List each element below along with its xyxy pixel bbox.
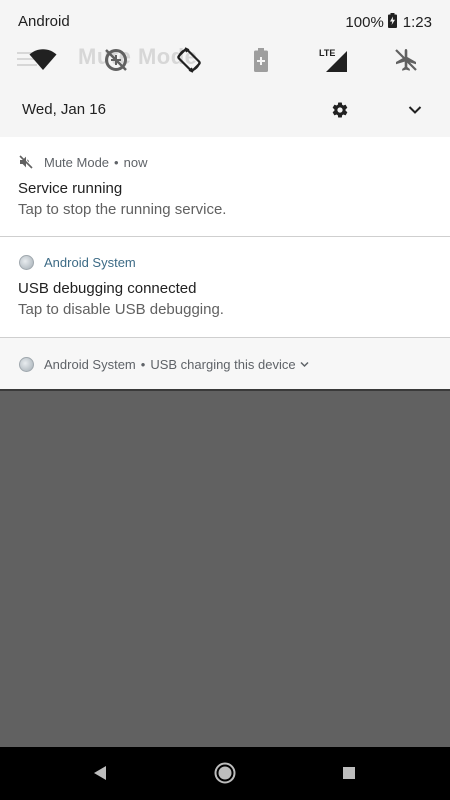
clock: 1:23	[402, 14, 432, 31]
notification-title: USB debugging connected	[18, 280, 197, 297]
back-icon[interactable]	[88, 761, 112, 785]
battery-charging-icon	[387, 13, 397, 32]
notification-summary: USB charging this device	[150, 356, 296, 372]
expand-notification-chevron-icon[interactable]	[300, 361, 309, 368]
settings-gear-icon[interactable]	[328, 98, 352, 122]
recents-icon[interactable]	[337, 761, 361, 785]
navigation-bar	[0, 747, 450, 800]
expand-chevron-icon[interactable]	[403, 98, 427, 122]
android-system-icon	[18, 254, 34, 270]
notification-mute-mode[interactable]: Mute Mode • now Service running Tap to s…	[0, 137, 450, 236]
mobile-data-lte-icon[interactable]: LTE	[318, 44, 350, 76]
android-system-icon	[18, 356, 34, 372]
notification-app-name: Android System	[44, 254, 136, 270]
home-icon[interactable]	[213, 761, 237, 785]
lte-label: LTE	[319, 48, 335, 58]
notification-app-name: Mute Mode	[44, 154, 110, 170]
status-indicators: 100% 1:23	[345, 13, 432, 32]
notification-header: Android System	[18, 253, 136, 271]
notification-time: now	[123, 154, 148, 170]
status-bar: Android 100% 1:23	[0, 0, 450, 44]
volume-off-icon	[18, 154, 34, 170]
notification-header: Mute Mode • now	[18, 153, 147, 171]
notification-usb-debugging[interactable]: Android System USB debugging connected T…	[0, 237, 450, 337]
notification-title: Service running	[18, 180, 123, 197]
header-separator: •	[114, 154, 119, 170]
quick-settings-row: LTE	[0, 44, 450, 76]
battery-saver-icon[interactable]	[245, 44, 277, 76]
notification-usb-charging[interactable]: Android System • USB charging this devic…	[0, 338, 450, 390]
date-row: Wed, Jan 16	[0, 92, 450, 128]
notification-text: Tap to stop the running service.	[18, 201, 227, 218]
data-saver-icon[interactable]	[100, 44, 132, 76]
battery-percent: 100%	[345, 14, 384, 31]
auto-rotate-icon[interactable]	[173, 44, 205, 76]
notification-app-name: Android System	[44, 356, 136, 372]
airplane-mode-icon[interactable]	[390, 44, 422, 76]
shade-bottom-edge	[0, 389, 450, 391]
wifi-icon[interactable]	[27, 44, 59, 76]
date-label: Wed, Jan 16	[22, 101, 106, 118]
header-separator: •	[140, 356, 146, 372]
carrier-label: Android	[18, 13, 70, 30]
notification-header: Android System • USB charging this devic…	[18, 355, 309, 373]
notification-text: Tap to disable USB debugging.	[18, 301, 224, 318]
quick-settings-shade: Android 100% 1:23 Mute Mode LTE Wed, Jan…	[0, 0, 450, 137]
